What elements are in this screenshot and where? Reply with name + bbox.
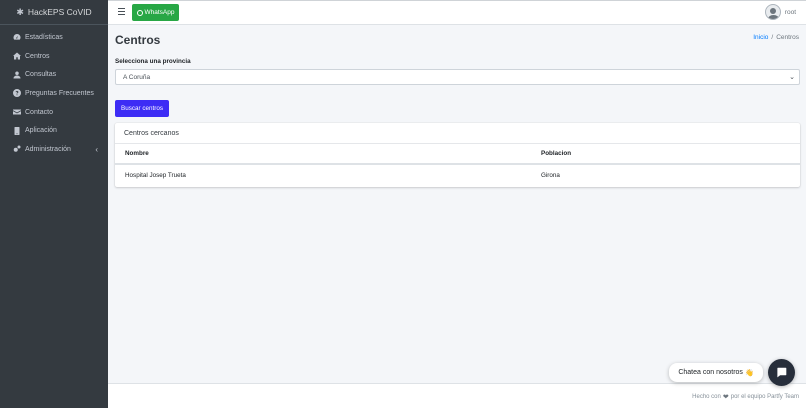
envelope-icon — [12, 108, 21, 117]
province-selected-value: A Coruña — [123, 73, 151, 81]
breadcrumb: Inicio / Centros — [753, 34, 799, 41]
page-title: Centros — [115, 33, 161, 47]
column-header-nombre: Nombre — [125, 150, 149, 157]
chevron-down-icon: ⌄ — [789, 74, 795, 81]
sidebar-item-administracion[interactable]: Administración ‹ — [0, 140, 108, 159]
home-icon — [12, 52, 21, 61]
hamburger-menu-icon[interactable] — [118, 8, 125, 16]
waving-hand-icon: 👋 — [744, 369, 754, 377]
chat-icon — [777, 367, 787, 378]
breadcrumb-separator: / — [771, 34, 774, 41]
virus-icon: ✱ — [16, 6, 24, 17]
footer-prefix: Hecho con — [692, 394, 721, 400]
province-select[interactable]: A Coruña ⌄ — [115, 69, 800, 85]
sidebar-nav: Estadísticas Centros Consultas Preguntas… — [0, 25, 108, 159]
footer-suffix: por el equipo Partfy Team — [730, 394, 799, 400]
sidebar-item-estadisticas[interactable]: Estadísticas — [0, 28, 108, 47]
sidebar-item-contacto[interactable]: Contacto — [0, 103, 108, 122]
cell-poblacion: Girona — [541, 172, 560, 179]
results-card-title: Centros cercanos — [115, 123, 800, 144]
results-card: Centros cercanos Nombre Poblacion Hospit… — [115, 123, 800, 187]
sidebar-item-aplicacion[interactable]: Aplicación — [0, 121, 108, 140]
user-name: root — [784, 8, 796, 16]
table-header: Nombre Poblacion — [115, 144, 800, 165]
sidebar-item-label: Centros — [25, 52, 50, 60]
avatar — [764, 4, 781, 20]
sidebar-item-label: Contacto — [25, 108, 54, 116]
heart-icon: ❤ — [722, 394, 729, 401]
sidebar-item-consultas[interactable]: Consultas — [0, 65, 108, 84]
brand-name: HackEPS CoVID — [27, 7, 92, 17]
search-centers-button[interactable]: Buscar centros — [115, 100, 169, 117]
breadcrumb-home-link[interactable]: Inicio — [753, 34, 768, 41]
tachometer-icon — [12, 33, 21, 42]
whatsapp-button[interactable]: WhatsApp — [132, 4, 179, 21]
brand-link[interactable]: ✱ HackEPS CoVID — [0, 0, 108, 25]
sidebar-item-preguntas-frecuentes[interactable]: Preguntas Frecuentes — [0, 84, 108, 103]
mobile-icon — [12, 126, 21, 135]
chat-greeting-text: Chatea con nosotros — [678, 369, 743, 376]
sidebar-item-label: Estadísticas — [25, 33, 63, 41]
table-row: Hospital Josep Trueta Girona — [115, 165, 800, 186]
main-sidebar: ✱ HackEPS CoVID Estadísticas Centros Con… — [0, 0, 108, 408]
cogs-icon — [12, 145, 21, 154]
sidebar-item-label: Administración — [25, 145, 71, 153]
sidebar-item-label: Preguntas Frecuentes — [25, 89, 94, 97]
user-menu[interactable]: root — [764, 4, 796, 20]
breadcrumb-current: Centros — [776, 34, 799, 41]
chat-launcher-button[interactable] — [768, 359, 795, 386]
column-header-poblacion: Poblacion — [541, 150, 572, 157]
sidebar-item-centros[interactable]: Centros — [0, 47, 108, 66]
top-navbar: WhatsApp root — [108, 0, 806, 25]
whatsapp-label: WhatsApp — [144, 9, 175, 16]
sidebar-item-label: Consultas — [25, 71, 57, 79]
province-label: Selecciona una provincia — [115, 58, 191, 65]
main-footer: Hecho con ❤ por el equipo Partfy Team — [108, 383, 806, 408]
whatsapp-icon — [136, 9, 143, 16]
chevron-left-icon[interactable]: ‹ — [95, 145, 98, 154]
sidebar-item-label: Aplicación — [25, 127, 57, 135]
footer-credits: Hecho con ❤ por el equipo Partfy Team — [692, 393, 799, 401]
cell-nombre: Hospital Josep Trueta — [125, 172, 186, 179]
user-icon — [12, 70, 21, 79]
question-circle-icon — [12, 89, 21, 98]
chat-greeting-bubble[interactable]: Chatea con nosotros 👋 — [669, 363, 763, 382]
